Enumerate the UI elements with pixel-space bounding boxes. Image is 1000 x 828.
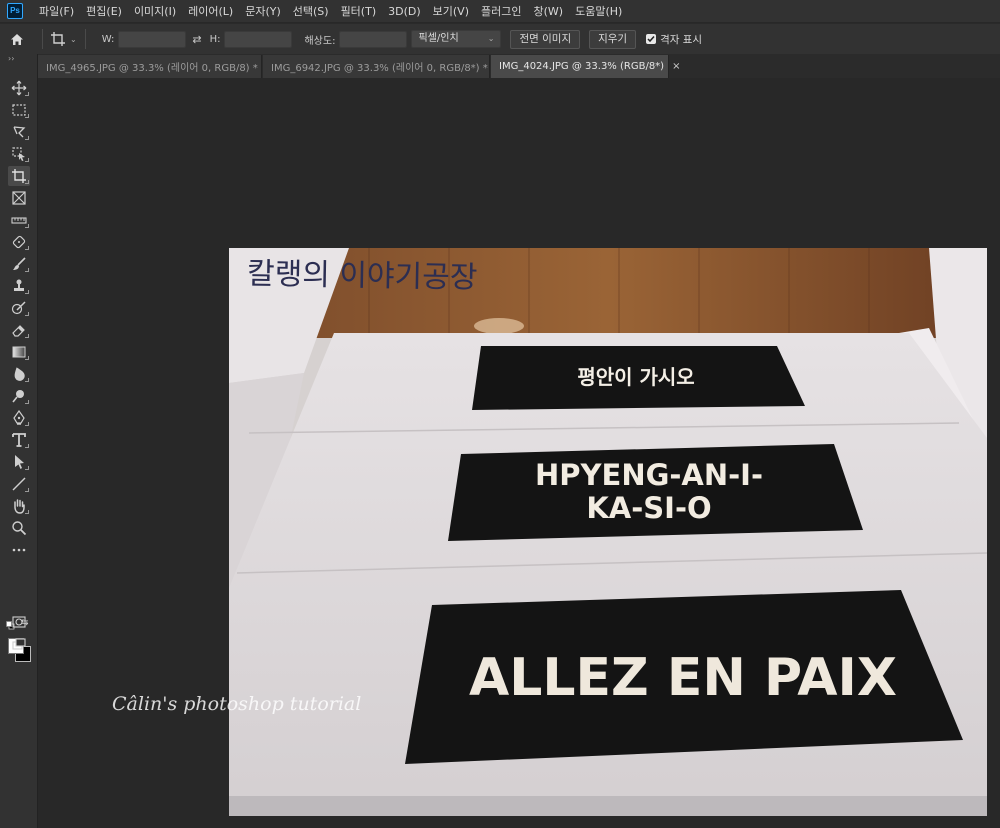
chevron-down-icon: ⌄: [70, 34, 77, 44]
chevron-down-icon: ⌄: [487, 34, 495, 43]
tab-label: IMG_4965.JPG @ 33.3% (레이어 0, RGB/8) *: [46, 63, 258, 74]
zoom-tool[interactable]: [8, 518, 30, 538]
marquee-tool[interactable]: [8, 100, 30, 120]
divider: [42, 29, 43, 49]
menu-help[interactable]: 도움말(H): [569, 3, 628, 19]
brush-tool[interactable]: [8, 254, 30, 274]
dodge-tool[interactable]: [8, 386, 30, 406]
width-label: W:: [101, 33, 115, 45]
crop-tool[interactable]: [8, 166, 30, 186]
resolution-unit-select[interactable]: 픽셀/인치 ⌄: [411, 30, 502, 48]
menu-3d[interactable]: 3D(D): [382, 5, 427, 18]
menu-edit[interactable]: 편집(E): [80, 3, 128, 19]
tool-preset-picker[interactable]: ⌄: [51, 32, 77, 46]
document-image[interactable]: 평안이 가시오 HPYENG-AN-I- KA-SI-O ALLEZ EN PA…: [229, 248, 987, 816]
mat-text-french: ALLEZ EN PAIX: [469, 648, 897, 708]
collapse-panel-icon[interactable]: ››: [0, 54, 37, 64]
frame-tool[interactable]: [8, 188, 30, 208]
path-select-tool[interactable]: [8, 452, 30, 472]
watermark-text: Câlin's photoshop tutorial: [112, 693, 362, 715]
mat-text-romanized-line1: HPYENG-AN-I-: [535, 458, 763, 492]
height-input[interactable]: [224, 30, 293, 48]
menu-select[interactable]: 선택(S): [287, 3, 335, 19]
options-bar: ⌄ W: ⇄ H: 해상도: 픽셀/인치 ⌄ 전면 이미지 지우기 격자 표시: [0, 23, 1000, 55]
width-input[interactable]: [118, 30, 187, 48]
tab-label: IMG_6942.JPG @ 33.3% (레이어 0, RGB/8*) *: [271, 63, 488, 74]
close-icon[interactable]: ×: [672, 61, 680, 72]
ruler-tool[interactable]: [8, 210, 30, 230]
menu-window[interactable]: 창(W): [527, 3, 569, 19]
history-brush-tool[interactable]: [8, 298, 30, 318]
menu-view[interactable]: 보기(V): [427, 3, 475, 19]
tools-panel: ›› ⇆: [0, 54, 38, 828]
screen-mode-icon: [12, 638, 26, 650]
document-tabs: IMG_4965.JPG @ 33.3% (레이어 0, RGB/8) * × …: [38, 54, 1000, 78]
menu-layer[interactable]: 레이어(L): [182, 3, 239, 19]
resolution-input[interactable]: [339, 30, 408, 48]
divider: [84, 29, 86, 49]
tab-document[interactable]: IMG_6942.JPG @ 33.3% (레이어 0, RGB/8*) * ×: [263, 55, 504, 78]
hand-tool[interactable]: [8, 496, 30, 516]
menu-image[interactable]: 이미지(I): [128, 3, 182, 19]
menu-type[interactable]: 문자(Y): [239, 3, 287, 19]
type-tool[interactable]: [8, 430, 30, 450]
object-select-tool[interactable]: [8, 144, 30, 164]
crop-icon: [51, 32, 65, 46]
menu-bar: Ps 파일(F) 편집(E) 이미지(I) 레이어(L) 문자(Y) 선택(S)…: [0, 0, 1000, 22]
frame-icon: [12, 191, 26, 205]
photoshop-logo-icon[interactable]: Ps: [7, 3, 23, 19]
pen-tool[interactable]: [8, 408, 30, 428]
eraser-tool[interactable]: [8, 320, 30, 340]
menu-filter[interactable]: 필터(T): [335, 3, 383, 19]
quick-mask-button[interactable]: [8, 612, 30, 632]
tab-label: IMG_4024.JPG @ 33.3% (RGB/8*): [499, 61, 665, 72]
resolution-label: 해상도:: [304, 35, 336, 47]
mat-text-korean: 평안이 가시오: [577, 365, 694, 389]
menu-file[interactable]: 파일(F): [33, 3, 80, 19]
resolution-unit-value: 픽셀/인치: [418, 33, 459, 44]
screen-mode-button[interactable]: [8, 634, 30, 654]
tab-document[interactable]: IMG_4965.JPG @ 33.3% (레이어 0, RGB/8) * ×: [38, 55, 274, 78]
home-icon: [11, 33, 23, 45]
more-tools-button[interactable]: [8, 540, 30, 560]
checkbox-checked-icon[interactable]: [646, 34, 657, 44]
mat-text-romanized-line2: KA-SI-O: [586, 491, 711, 525]
photo-content: 평안이 가시오 HPYENG-AN-I- KA-SI-O ALLEZ EN PA…: [229, 248, 987, 816]
move-tool[interactable]: [8, 78, 30, 98]
home-button[interactable]: [0, 33, 34, 46]
blur-tool[interactable]: [8, 364, 30, 384]
spot-heal-tool[interactable]: [8, 232, 30, 252]
tab-document-active[interactable]: IMG_4024.JPG @ 33.3% (RGB/8*) ×: [491, 55, 680, 78]
swap-dimensions-icon[interactable]: ⇄: [192, 33, 201, 46]
show-grid-label: 격자 표시: [660, 33, 703, 46]
quick-mask-icon: [12, 616, 26, 628]
height-label: H:: [209, 33, 221, 45]
clear-button[interactable]: 지우기: [589, 29, 637, 49]
front-image-button[interactable]: 전면 이미지: [510, 29, 581, 49]
zoom-icon: [12, 521, 27, 536]
lasso-tool[interactable]: [8, 122, 30, 142]
handwritten-title: 칼랭의 이야기공장: [247, 257, 478, 296]
gradient-tool[interactable]: [8, 342, 30, 362]
line-tool[interactable]: [8, 474, 30, 494]
show-grid-toggle[interactable]: 격자 표시: [646, 32, 702, 47]
canvas-area[interactable]: 평안이 가시오 HPYENG-AN-I- KA-SI-O ALLEZ EN PA…: [38, 78, 1000, 828]
stamp-tool[interactable]: [8, 276, 30, 296]
menu-plugins[interactable]: 플러그인: [475, 3, 527, 19]
ellipsis-icon: [12, 548, 26, 552]
